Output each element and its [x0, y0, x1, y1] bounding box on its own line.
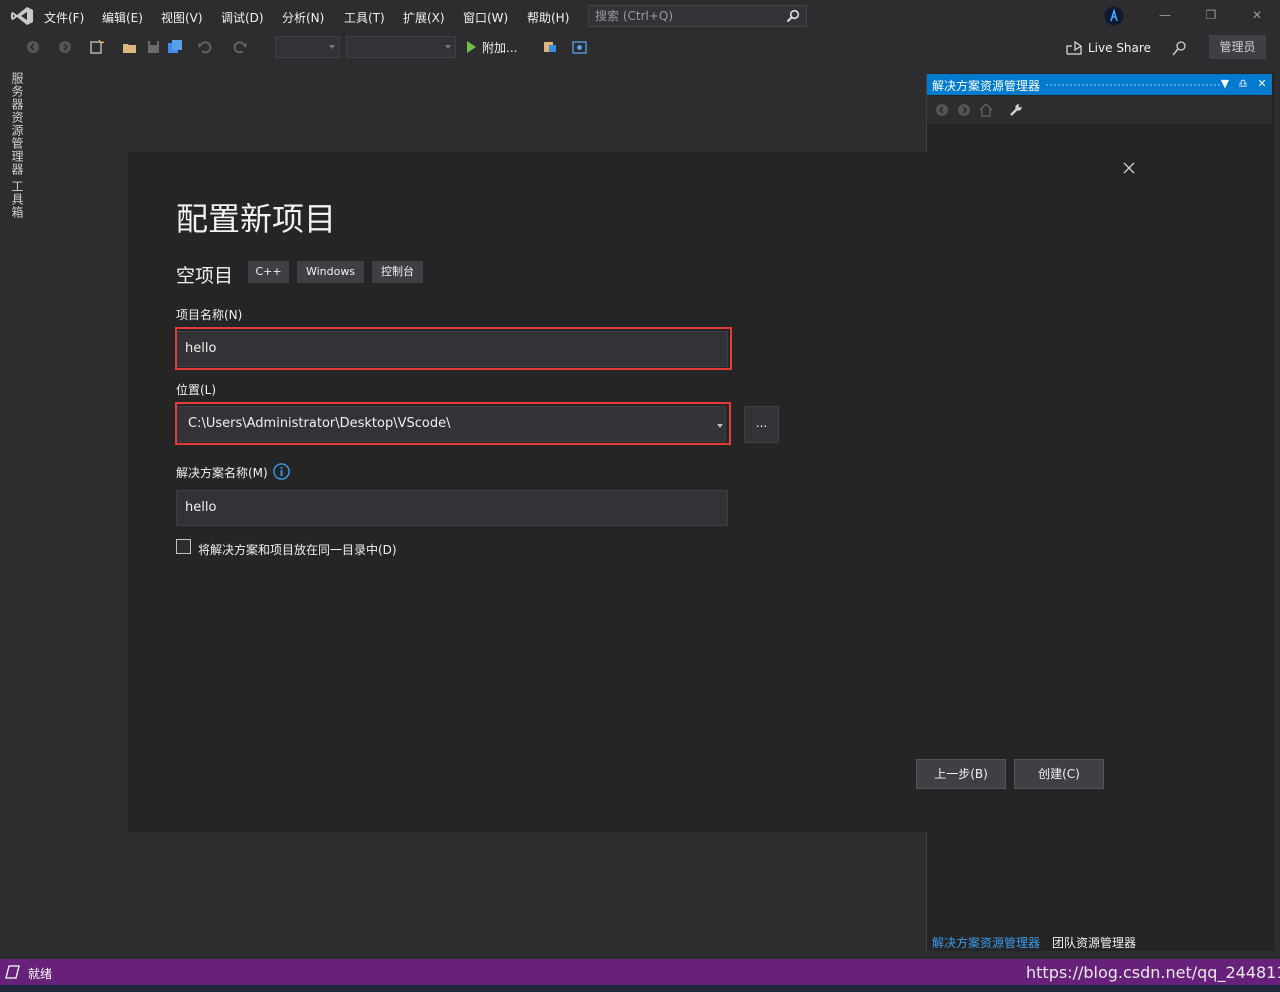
solution-explorer-title: 解决方案资源管理器 — [932, 79, 1041, 93]
left-tab-strip: 服务器资源管理器 工具箱 — [0, 62, 28, 959]
search-input[interactable]: 搜索 (Ctrl+Q) — [588, 5, 807, 27]
titlebar-grip — [1045, 83, 1221, 87]
panel-dropdown-icon[interactable]: ▼ — [1218, 76, 1232, 92]
restore-icon[interactable]: ❐ — [1204, 8, 1218, 22]
same-directory-label[interactable]: 将解决方案和项目放在同一目录中(D) — [198, 541, 397, 558]
feedback-icon[interactable] — [1172, 40, 1188, 56]
menu-window[interactable]: 窗口(W) — [463, 9, 508, 26]
solution-name-input[interactable]: hello — [176, 490, 728, 526]
minimize-icon[interactable]: — — [1158, 8, 1172, 22]
info-icon[interactable] — [273, 463, 290, 480]
menu-debug[interactable]: 调试(D) — [221, 9, 264, 26]
solution-explorer-tabs: 解决方案资源管理器 团队资源管理器 — [927, 932, 1272, 952]
tab-team-explorer[interactable]: 团队资源管理器 — [1052, 934, 1136, 951]
menu-view[interactable]: 视图(V) — [161, 9, 203, 26]
tab-server-explorer[interactable]: 服务器资源管理器 — [9, 72, 26, 176]
menu-analyze[interactable]: 分析(N) — [282, 9, 324, 26]
new-project-icon[interactable] — [89, 40, 105, 54]
solution-explorer-toolbar — [927, 96, 1272, 124]
live-share-button[interactable]: Live Share — [1066, 39, 1151, 57]
redo-icon[interactable] — [232, 40, 248, 54]
play-icon[interactable] — [464, 40, 480, 54]
back-icon[interactable] — [26, 40, 42, 54]
browser-link-icon[interactable] — [572, 40, 588, 54]
dialog-title: 配置新项目 — [176, 200, 337, 238]
dialog-close-icon[interactable] — [1121, 160, 1137, 176]
browse-button[interactable]: ... — [744, 406, 779, 443]
watermark-url: https://blog.csdn.net/qq_24481135 — [1026, 963, 1280, 982]
menu-tools[interactable]: 工具(T) — [344, 9, 385, 26]
se-forward-icon[interactable] — [957, 103, 971, 117]
search-placeholder: 搜索 (Ctrl+Q) — [595, 9, 674, 23]
output-window-icon[interactable] — [5, 965, 20, 979]
platform-combo[interactable] — [346, 36, 456, 58]
tab-toolbox[interactable]: 工具箱 — [9, 180, 26, 219]
admin-badge[interactable]: 管理员 — [1209, 35, 1266, 59]
save-icon[interactable] — [146, 40, 162, 54]
panel-close-icon[interactable]: ✕ — [1255, 76, 1269, 92]
tag-windows: Windows — [297, 261, 364, 283]
location-label: 位置(L) — [176, 383, 217, 397]
se-back-icon[interactable] — [935, 103, 949, 117]
properties-wrench-icon[interactable] — [1009, 103, 1023, 117]
menu-file[interactable]: 文件(F) — [44, 9, 84, 26]
live-share-label: Live Share — [1088, 41, 1151, 55]
back-button[interactable]: 上一步(B) — [916, 759, 1006, 789]
same-directory-checkbox[interactable] — [176, 539, 191, 554]
tag-console: 控制台 — [372, 261, 423, 283]
open-folder-icon[interactable] — [122, 40, 138, 54]
close-window-icon[interactable]: ✕ — [1250, 8, 1264, 22]
menu-extensions[interactable]: 扩展(X) — [403, 9, 445, 26]
save-all-icon[interactable] — [167, 40, 183, 54]
search-icon — [786, 9, 800, 23]
solution-name-label: 解决方案名称(M) — [176, 466, 268, 480]
visual-studio-logo-icon[interactable] — [10, 6, 34, 26]
attach-button[interactable]: 附加... — [482, 39, 517, 56]
menu-help[interactable]: 帮助(H) — [527, 9, 569, 26]
undo-icon[interactable] — [197, 40, 213, 54]
forward-icon[interactable] — [58, 40, 74, 54]
profile-avatar-icon[interactable] — [1104, 6, 1124, 26]
template-name: 空项目 — [176, 265, 234, 287]
tab-solution-explorer[interactable]: 解决方案资源管理器 — [932, 934, 1040, 951]
pin-icon[interactable]: ♎ — [1236, 76, 1250, 92]
create-button[interactable]: 创建(C) — [1014, 759, 1104, 789]
solution-explorer-titlebar[interactable]: 解决方案资源管理器 ▼ ♎ ✕ — [927, 74, 1272, 95]
tag-cpp: C++ — [248, 261, 289, 283]
menu-bar: 文件(F) 编辑(E) 视图(V) 调试(D) 分析(N) 工具(T) 扩展(X… — [0, 0, 1280, 32]
attach-process-icon[interactable] — [542, 40, 558, 54]
project-name-highlight — [175, 327, 732, 370]
home-icon[interactable] — [979, 103, 993, 117]
location-highlight — [175, 402, 731, 445]
solution-config-combo[interactable] — [275, 36, 340, 58]
status-text: 就绪 — [28, 967, 53, 981]
project-name-label: 项目名称(N) — [176, 308, 243, 322]
menu-edit[interactable]: 编辑(E) — [102, 9, 143, 26]
live-share-icon — [1066, 41, 1082, 55]
os-taskbar — [0, 985, 1280, 992]
